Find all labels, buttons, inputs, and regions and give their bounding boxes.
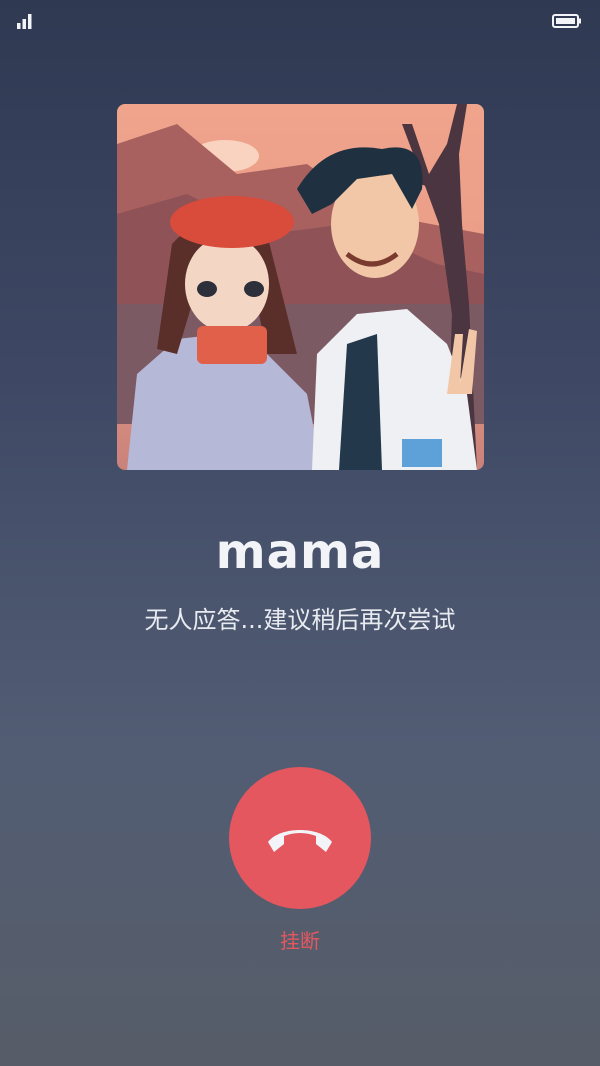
phone-hangup-icon	[268, 830, 332, 852]
contact-name: mama	[215, 524, 385, 580]
battery-icon	[552, 14, 581, 28]
call-status-text: 无人应答...建议稍后再次尝试	[144, 606, 456, 634]
signal-bars-icon	[17, 14, 32, 29]
hangup-label: 挂断	[280, 929, 320, 953]
contact-photo	[117, 104, 484, 470]
contact-avatar-illustration	[117, 104, 484, 470]
hangup-button[interactable]	[229, 767, 371, 909]
status-bar	[0, 0, 600, 44]
